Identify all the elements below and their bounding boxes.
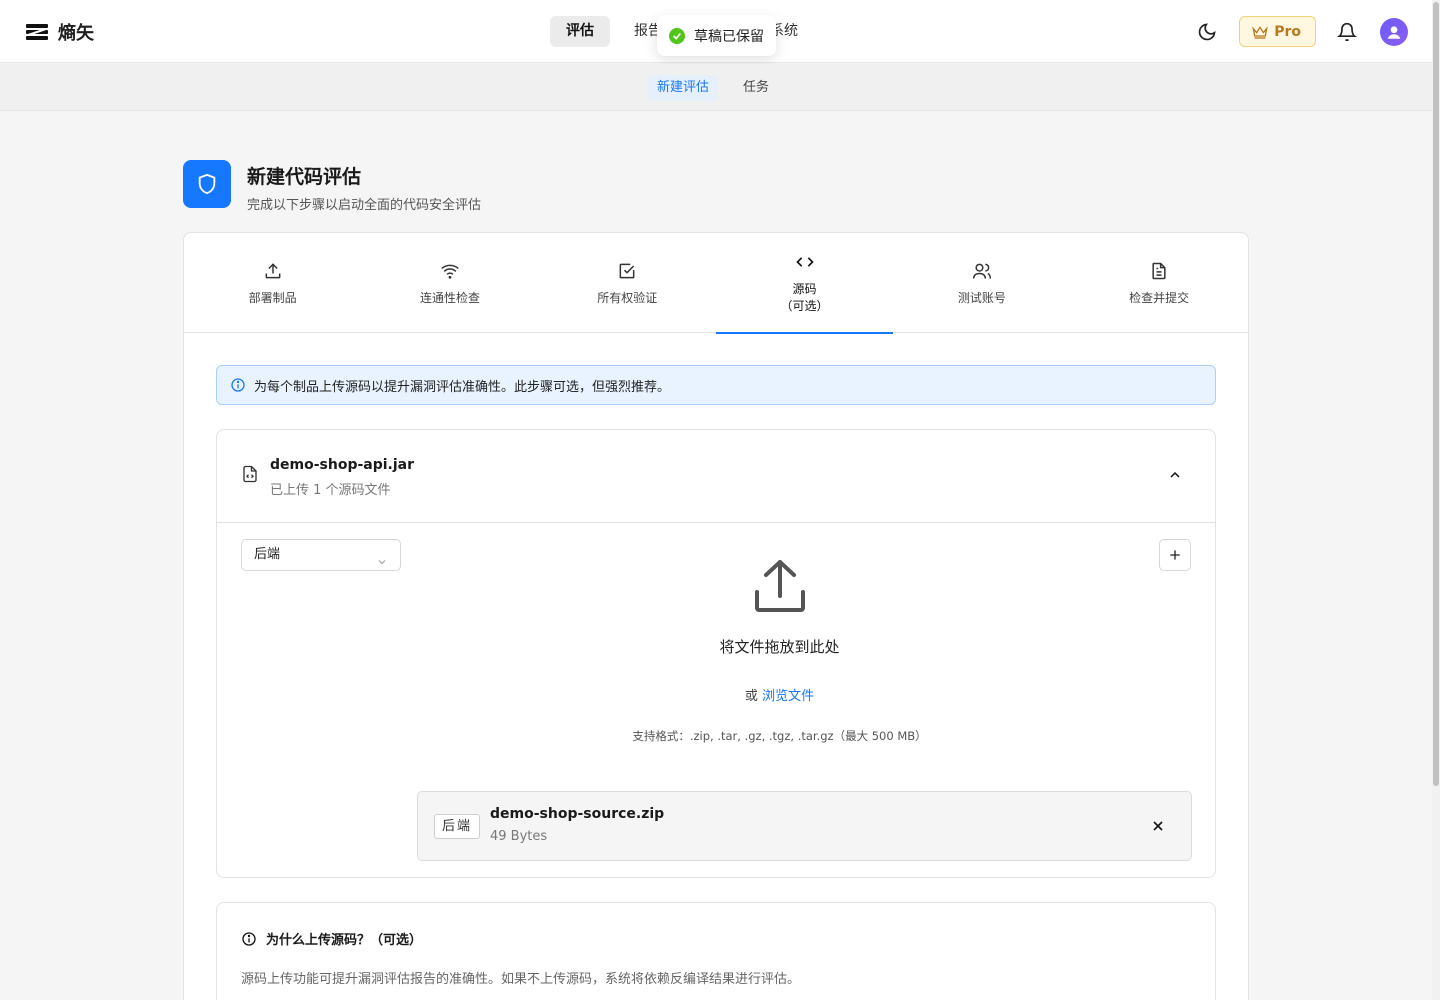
supported-formats: 支持格式：.zip, .tar, .gz, .tgz, .tar.gz（最大 5… [632, 729, 927, 743]
add-source-button[interactable] [1159, 539, 1191, 571]
plus-icon [1170, 550, 1180, 560]
uploaded-file-row: 后端 demo-shop-source.zip 49 Bytes [417, 791, 1192, 861]
drop-title: 将文件拖放到此处 [719, 638, 840, 656]
why-title-row: 为什么上传源码？（可选） [241, 929, 422, 948]
artifact-meta: 已上传 1 个源码文件 [270, 483, 391, 498]
step-label: 所有权验证 [597, 290, 658, 305]
nav-item-evaluate[interactable]: 评估 [550, 16, 610, 47]
why-text: 源码上传功能可提升漏洞评估报告的准确性。如果不上传源码，系统将依赖反编译结果进行… [241, 972, 801, 987]
file-size: 49 Bytes [490, 829, 548, 844]
avatar[interactable] [1380, 17, 1408, 46]
file-name: demo-shop-source.zip [490, 806, 665, 822]
users-icon [972, 261, 992, 281]
page-scrollbar[interactable] [1432, 0, 1440, 1000]
app-name: 熵矢 [58, 23, 94, 44]
pro-label: Pro [1274, 23, 1301, 40]
page-title: 新建代码评估 [247, 166, 362, 188]
shield-icon [183, 160, 231, 208]
toast-notification: 草稿已保留 [657, 15, 776, 56]
check-circle-icon [669, 27, 685, 44]
step-label: 连通性检查 [419, 290, 480, 305]
step-label: 源码 [792, 282, 817, 296]
step-test-accounts[interactable]: 测试账号 [893, 233, 1070, 333]
bell-icon[interactable] [1336, 21, 1358, 43]
moon-icon[interactable] [1196, 21, 1218, 43]
wizard-card: 部署制品 连通性检查 所有权验证 源码 （可选） 测试账号 检查并提交 为每个制… [183, 232, 1249, 1000]
info-alert: 为每个制品上传源码以提升漏洞评估准确性。此步骤可选，但强烈推荐。 [216, 365, 1216, 405]
header-tools: Pro [1196, 16, 1408, 47]
step-connectivity[interactable]: 连通性检查 [361, 233, 538, 333]
file-text-icon [1149, 261, 1169, 281]
step-label: 检查并提交 [1129, 290, 1190, 305]
why-upload-panel: 为什么上传源码？（可选） 源码上传功能可提升漏洞评估报告的准确性。如果不上传源码… [216, 902, 1216, 1000]
chevron-down-icon [376, 550, 388, 580]
pro-button[interactable]: Pro [1239, 16, 1316, 47]
step-review-submit[interactable]: 检查并提交 [1070, 233, 1247, 333]
step-deploy-artifact[interactable]: 部署制品 [184, 233, 361, 333]
file-type-tag: 后端 [434, 814, 481, 839]
drop-or-line: 或 浏览文件 [657, 685, 902, 704]
artifact-header[interactable]: demo-shop-api.jar 已上传 1 个源码文件 [217, 430, 1215, 523]
upload-icon [263, 261, 283, 281]
info-icon [242, 931, 256, 946]
artifact-name: demo-shop-api.jar [270, 457, 415, 473]
close-icon[interactable] [1150, 818, 1166, 838]
crown-icon [1252, 25, 1268, 39]
info-icon [231, 378, 245, 392]
step-label: 测试账号 [957, 290, 1006, 305]
user-icon [1387, 25, 1401, 39]
scrollbar-thumb[interactable] [1433, 2, 1439, 786]
step-optional-label: （可选） [780, 299, 829, 313]
step-ownership[interactable]: 所有权验证 [539, 233, 716, 333]
artifact-panel: demo-shop-api.jar 已上传 1 个源码文件 后端 将文件拖放到此… [216, 429, 1216, 878]
select-value: 后端 [254, 547, 281, 562]
code-type-select[interactable]: 后端 [241, 539, 401, 571]
toast-message: 草稿已保留 [694, 28, 764, 45]
check-square-icon [617, 261, 637, 281]
subnav-new-evaluation[interactable]: 新建评估 [648, 75, 719, 101]
code-icon [795, 252, 815, 272]
logo-icon [26, 24, 48, 40]
page-header: 新建代码评估 完成以下步骤以启动全面的代码安全评估 [183, 160, 481, 213]
step-source-code[interactable]: 源码 （可选） [715, 233, 894, 334]
why-title: 为什么上传源码？（可选） [266, 933, 423, 948]
step-label: 部署制品 [248, 290, 297, 305]
chevron-up-icon[interactable] [1167, 467, 1183, 487]
sub-nav: 新建评估 任务 [0, 64, 1432, 111]
subnav-tasks[interactable]: 任务 [734, 75, 778, 101]
wizard-steps: 部署制品 连通性检查 所有权验证 源码 （可选） 测试账号 检查并提交 [184, 233, 1248, 334]
wifi-icon [440, 261, 460, 281]
file-code-icon [241, 464, 259, 488]
upload-icon [753, 558, 807, 618]
page-subtitle: 完成以下步骤以启动全面的代码安全评估 [247, 198, 482, 213]
browse-files-link[interactable]: 浏览文件 [762, 689, 814, 704]
info-text: 为每个制品上传源码以提升漏洞评估准确性。此步骤可选，但强烈推荐。 [254, 379, 671, 395]
logo[interactable]: 熵矢 [26, 19, 94, 45]
drop-or-text: 或 [744, 689, 758, 704]
